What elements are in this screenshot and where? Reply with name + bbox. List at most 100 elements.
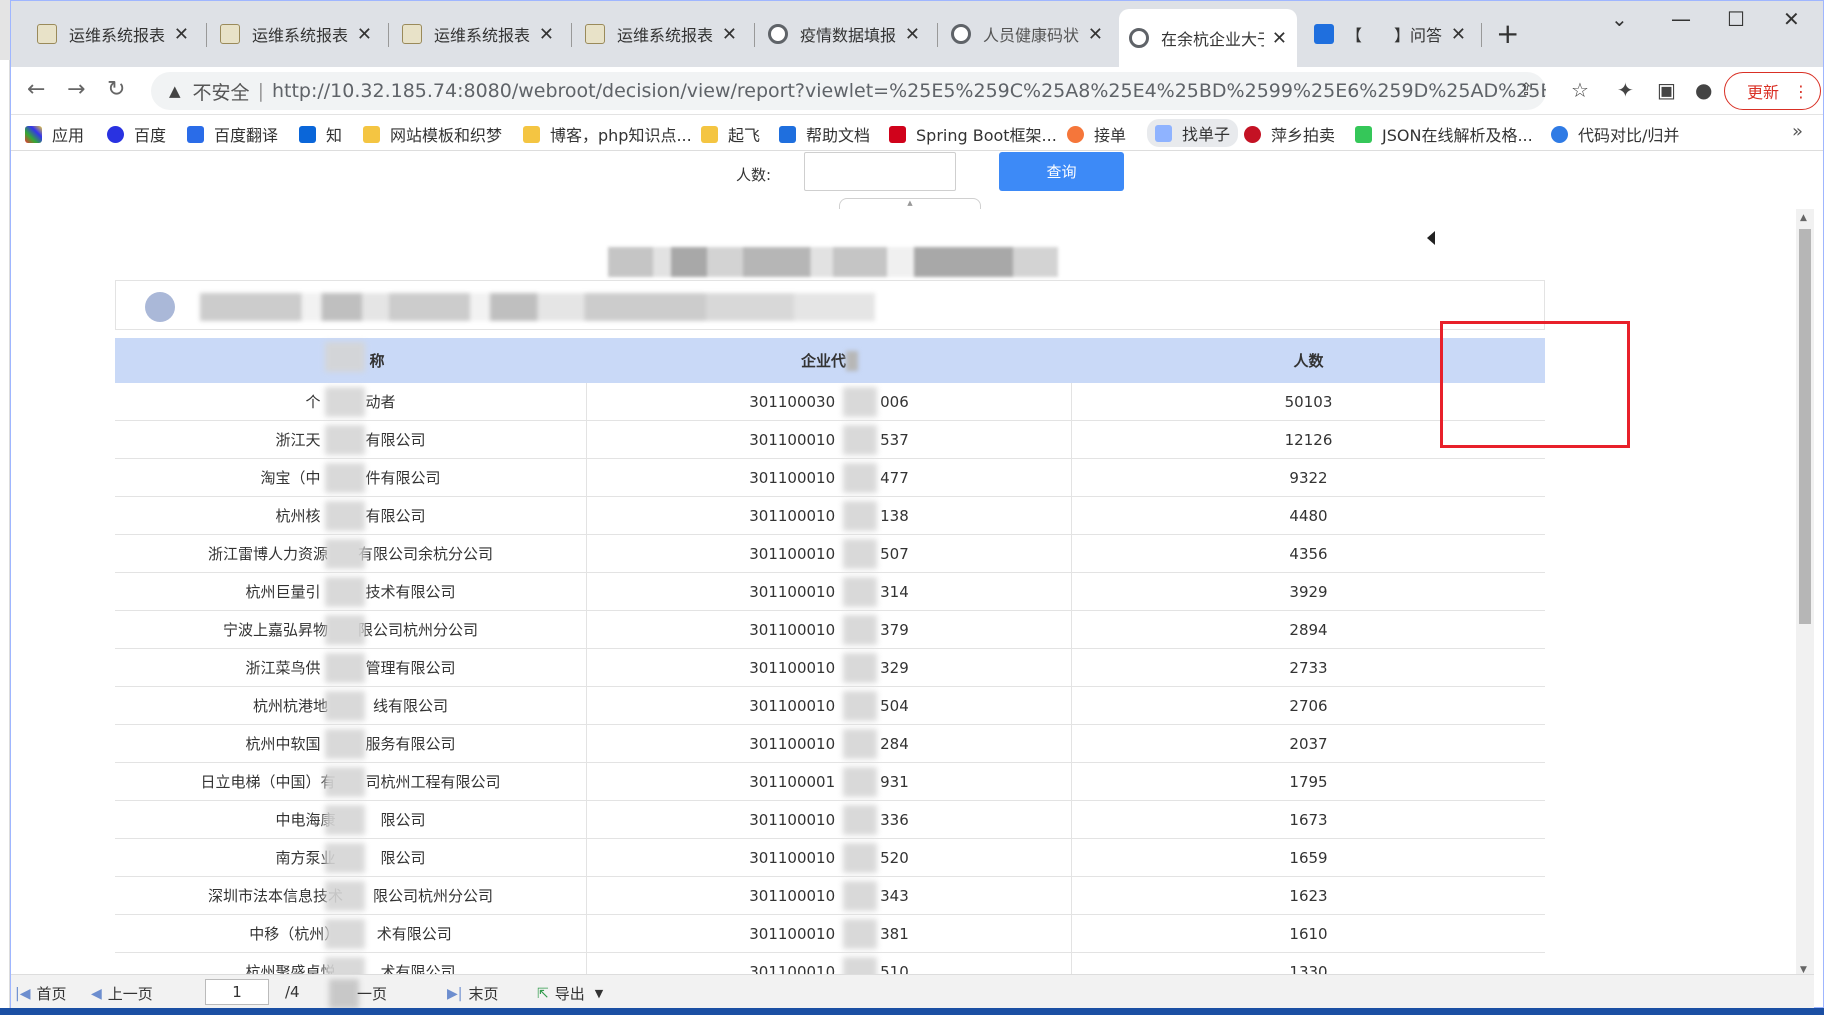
bookmark-orders[interactable]: 接单 [1067,122,1126,146]
bookmark-json[interactable]: JSON在线解析及格... [1355,122,1533,146]
header-name[interactable]: 称 [115,338,587,383]
security-label[interactable]: 不安全 [193,78,250,105]
back-icon[interactable]: ← [27,77,45,102]
bookmark-label: 帮助文档 [806,126,871,145]
close-icon[interactable]: ✕ [905,24,920,45]
cell-name: 浙江菜鸟供 管理有限公司 [115,649,587,686]
export-icon: ⇱ [537,985,549,1002]
close-icon[interactable]: ✕ [1272,28,1287,49]
bookmark-baidu-translate[interactable]: 百度翻译 [187,122,278,146]
close-icon[interactable]: ✕ [1088,24,1103,45]
redaction [325,615,365,645]
apps-grid-icon [25,125,42,143]
query-button[interactable]: 查询 [999,152,1124,191]
redaction [843,577,877,607]
sidebar-icon[interactable]: ▣ [1657,78,1676,102]
tab-title: 运维系统报表2 [69,26,166,45]
menu-icon[interactable]: ⋮ [1793,82,1809,101]
warning-icon[interactable]: ▲ [169,82,181,100]
redaction [325,463,365,493]
minimize-button[interactable]: — [1671,7,1691,31]
bookmark-apps[interactable]: 应用 [25,122,84,146]
scroll-thumb[interactable] [1799,229,1811,624]
cell-code-text: 301100030 006 [749,393,909,411]
update-button[interactable]: 更新 ⋮ [1724,72,1821,110]
star-icon[interactable]: ☆ [1571,78,1589,102]
tab-report-3[interactable]: 运维系统报表2 ✕ [392,12,564,56]
tab-health-code[interactable]: 人员健康码状态 ✕ [941,12,1113,56]
close-icon[interactable]: ✕ [722,24,737,45]
report-icon [585,24,605,44]
total-pages: /4 [285,983,300,1001]
bookmark-baidu[interactable]: 百度 [107,122,166,146]
bookmark-spring-boot[interactable]: Spring Boot框架... [889,122,1057,146]
first-page-button[interactable]: |◀ 首页 [15,983,67,1004]
bookmark-code-diff[interactable]: 代码对比/归并 [1551,122,1679,146]
sort-arrow-icon[interactable] [1427,231,1435,245]
scroll-up-icon[interactable]: ▲ [1800,213,1807,223]
close-icon[interactable]: ✕ [357,24,372,45]
share-icon[interactable]: ⇪ [1519,80,1533,100]
cell-name: 浙江天 有限公司 [115,421,587,458]
table-row: 杭州中软国 服务有限公司 301100010 284 2037 [115,725,1545,763]
page-number-input[interactable]: 1 [205,979,269,1005]
browser-window: 运维系统报表2 ✕ 运维系统报表2 ✕ 运维系统报表2 ✕ 运维系统报表2 ✕ … [10,0,1824,1009]
bookmark-label: 代码对比/归并 [1578,126,1680,145]
tab-active-enterprise[interactable]: 在余杭企业大于 ✕ [1119,9,1297,67]
bookmark-takeoff[interactable]: 起飞 [701,122,760,146]
bookmark-auction[interactable]: 萍乡拍卖 [1244,122,1335,146]
table-row: 浙江菜鸟供 管理有限公司 301100010 329 2733 [115,649,1545,687]
bookmark-find-orders[interactable]: 找单子 [1147,119,1239,147]
url-text[interactable]: http://10.32.185.74:8080/webroot/decisio… [272,80,1546,102]
cell-count: 1610 [1072,915,1545,952]
tab-search-chevron-icon[interactable]: ⌄ [1611,7,1628,31]
header-code[interactable]: 企业代 [587,338,1072,383]
bookmark-templates[interactable]: 网站模板和织梦 [363,122,502,146]
cell-code-text: 301100010 329 [749,659,909,677]
next-page-button[interactable]: 一页 [357,983,387,1004]
tab-report-2[interactable]: 运维系统报表2 ✕ [210,12,382,56]
tab-report-1[interactable]: 运维系统报表2 ✕ [27,12,199,56]
extensions-icon[interactable]: ✦ [1617,78,1634,102]
app-icon [1314,24,1334,44]
maximize-button[interactable]: ☐ [1727,7,1745,31]
tab-report-4[interactable]: 运维系统报表2 ✕ [575,12,747,56]
update-label: 更新 [1747,83,1780,102]
table-header: 称 企业代 人数 [115,338,1545,383]
table-row: 杭州巨量引 技术有限公司 301100010 314 3929 [115,573,1545,611]
address-bar[interactable]: ▲ 不安全 | http://10.32.185.74:8080/webroot… [151,72,1546,110]
bookmark-label: 应用 [52,126,85,145]
close-window-button[interactable]: ✕ [1783,7,1800,31]
cell-count-text: 9322 [1289,468,1328,487]
count-input[interactable] [804,152,956,191]
table-row: 浙江雷博人力资源 有限公司余杭分公司 301100010 507 4356 [115,535,1545,573]
export-button[interactable]: ⇱ 导出 ▼ [537,983,603,1004]
collapse-panel-handle[interactable]: ▲ [839,198,981,209]
close-icon[interactable]: ✕ [174,24,189,45]
bookmark-help-docs[interactable]: 帮助文档 [779,122,870,146]
prev-page-button[interactable]: ◀ 上一页 [91,983,153,1004]
cell-count-text: 2037 [1289,734,1328,753]
tab-qa[interactable]: 【 】问答 ✕ [1304,12,1476,56]
redaction [325,539,365,569]
bookmarks-overflow-icon[interactable]: » [1792,121,1803,142]
vertical-scrollbar[interactable]: ▲ ▼ [1796,209,1814,979]
close-icon[interactable]: ✕ [1451,24,1466,45]
cell-code-text: 301100010 477 [749,469,909,487]
bookmark-blog[interactable]: 博客，php知识点... [523,122,692,146]
close-icon[interactable]: ✕ [539,24,554,45]
cell-code: 301100010 537 [587,421,1072,458]
bookmark-zhi[interactable]: 知 [299,122,342,146]
last-page-button[interactable]: ▶| 末页 [447,983,499,1004]
cell-count: 1673 [1072,801,1545,838]
reload-icon[interactable]: ↻ [107,77,125,102]
profile-icon[interactable]: ● [1695,78,1712,102]
new-tab-button[interactable]: + [1496,17,1519,50]
last-page-icon: ▶| [447,985,463,1002]
table-row: 南方泵业 限公司 301100010 520 1659 [115,839,1545,877]
cell-count-text: 1673 [1289,810,1328,829]
bookmark-label: 博客，php知识点... [550,126,692,145]
tab-epidemic[interactable]: 疫情数据填报 ✕ [758,12,930,56]
cell-count-text: 1659 [1289,848,1328,867]
forward-icon[interactable]: → [67,77,85,102]
